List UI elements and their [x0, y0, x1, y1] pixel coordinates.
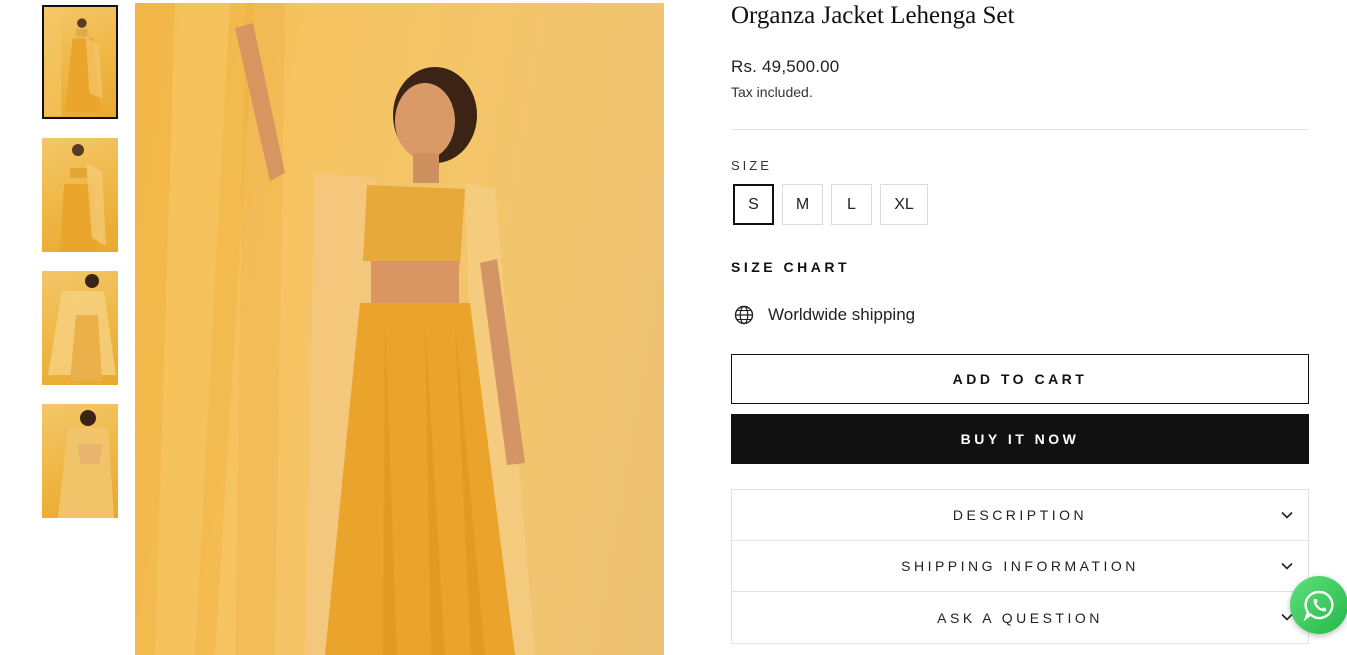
accordion-label: SHIPPING INFORMATION	[901, 558, 1139, 574]
thumbnail-3[interactable]	[42, 271, 118, 385]
shipping-note: Worldwide shipping	[734, 305, 915, 325]
size-chart-link[interactable]: SIZE CHART	[731, 259, 850, 275]
whatsapp-chat-button[interactable]	[1290, 576, 1347, 634]
add-to-cart-button[interactable]: ADD TO CART	[731, 354, 1309, 404]
product-photo	[135, 3, 535, 655]
thumbnail-image-4	[58, 410, 114, 518]
accordion-description[interactable]: DESCRIPTION	[732, 490, 1308, 541]
size-label: SIZE	[731, 158, 772, 173]
thumbnail-image-2	[60, 144, 106, 252]
accordion-label: DESCRIPTION	[952, 507, 1088, 523]
shipping-text: Worldwide shipping	[768, 305, 916, 324]
size-option-s[interactable]: S	[733, 184, 774, 225]
chevron-down-icon	[1281, 562, 1293, 570]
size-option-l[interactable]: L	[831, 184, 872, 225]
thumbnail-image-3	[48, 274, 116, 381]
product-price: Rs. 49,500.00	[731, 57, 840, 76]
accordion-label: ASK A QUESTION	[937, 609, 1103, 626]
main-product-image[interactable]	[135, 3, 664, 655]
whatsapp-icon	[1303, 590, 1334, 622]
thumbnail-2[interactable]	[42, 138, 118, 252]
size-selector: S M L XL	[733, 184, 936, 225]
thumbnail-image-1	[44, 8, 103, 116]
product-title: Organza Jacket Lehenga Set	[731, 2, 1015, 29]
chevron-down-icon	[1281, 511, 1293, 519]
divider	[731, 129, 1309, 130]
buy-now-button[interactable]: BUY IT NOW	[731, 414, 1309, 464]
size-option-m[interactable]: M	[782, 184, 823, 225]
thumbnail-1[interactable]	[42, 5, 118, 119]
accordion-shipping-information[interactable]: SHIPPING INFORMATION	[732, 541, 1308, 592]
size-option-xl[interactable]: XL	[880, 184, 928, 225]
tax-note: Tax included.	[731, 84, 813, 100]
product-accordion: DESCRIPTION SHIPPING INFORMATION ASK A Q…	[731, 489, 1309, 644]
accordion-ask-a-question[interactable]: ASK A QUESTION	[732, 592, 1308, 643]
globe-icon	[734, 305, 754, 325]
thumbnail-4[interactable]	[42, 404, 118, 518]
